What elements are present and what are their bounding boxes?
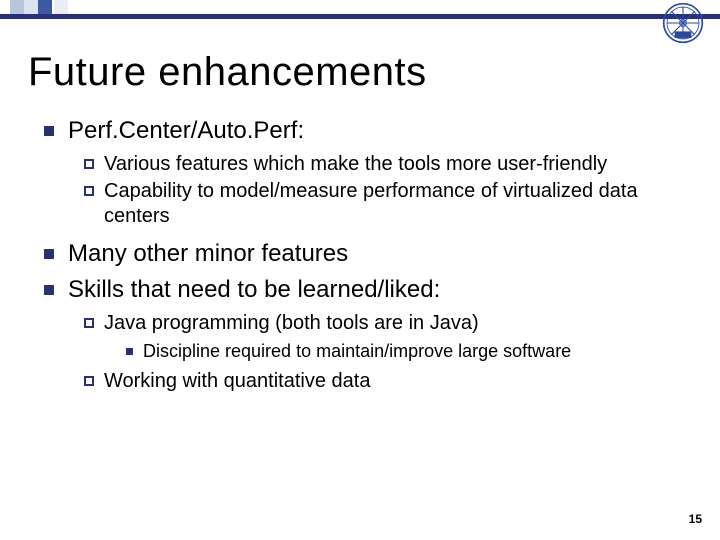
bullet-text: Skills that need to be learned/liked: xyxy=(68,275,440,305)
slide-content: Perf.Center/Auto.Perf: Various features … xyxy=(44,116,690,404)
bullet-level2: Working with quantitative data xyxy=(84,369,690,394)
decorative-squares xyxy=(10,0,68,14)
bullet-text: Discipline required to maintain/improve … xyxy=(143,340,571,363)
bullet-level2: Capability to model/measure performance … xyxy=(84,179,690,229)
bullet-text: Java programming (both tools are in Java… xyxy=(104,311,479,336)
bullet-text: Various features which make the tools mo… xyxy=(104,152,607,177)
bullet-text: Many other minor features xyxy=(68,239,348,269)
hollow-square-bullet-icon xyxy=(84,186,94,196)
bullet-level1: Many other minor features xyxy=(44,239,690,269)
page-number: 15 xyxy=(689,512,702,526)
square-bullet-icon xyxy=(44,249,54,259)
hollow-square-bullet-icon xyxy=(84,318,94,328)
bullet-level3: Discipline required to maintain/improve … xyxy=(126,340,690,363)
small-square-bullet-icon xyxy=(126,348,133,355)
bullet-level1: Perf.Center/Auto.Perf: xyxy=(44,116,690,146)
bullet-level2: Java programming (both tools are in Java… xyxy=(84,311,690,336)
bullet-text: Capability to model/measure performance … xyxy=(104,179,690,229)
bullet-level1: Skills that need to be learned/liked: xyxy=(44,275,690,305)
bullet-text: Working with quantitative data xyxy=(104,369,370,394)
slide-title: Future enhancements xyxy=(28,50,427,95)
decorative-top-bar xyxy=(0,0,720,18)
hollow-square-bullet-icon xyxy=(84,159,94,169)
square-bullet-icon xyxy=(44,126,54,136)
institute-logo-icon xyxy=(662,2,704,44)
bullet-level2: Various features which make the tools mo… xyxy=(84,152,690,177)
square-bullet-icon xyxy=(44,285,54,295)
slide: Future enhancements Perf.Center/Auto.Per… xyxy=(0,0,720,540)
bullet-text: Perf.Center/Auto.Perf: xyxy=(68,116,304,146)
hollow-square-bullet-icon xyxy=(84,376,94,386)
